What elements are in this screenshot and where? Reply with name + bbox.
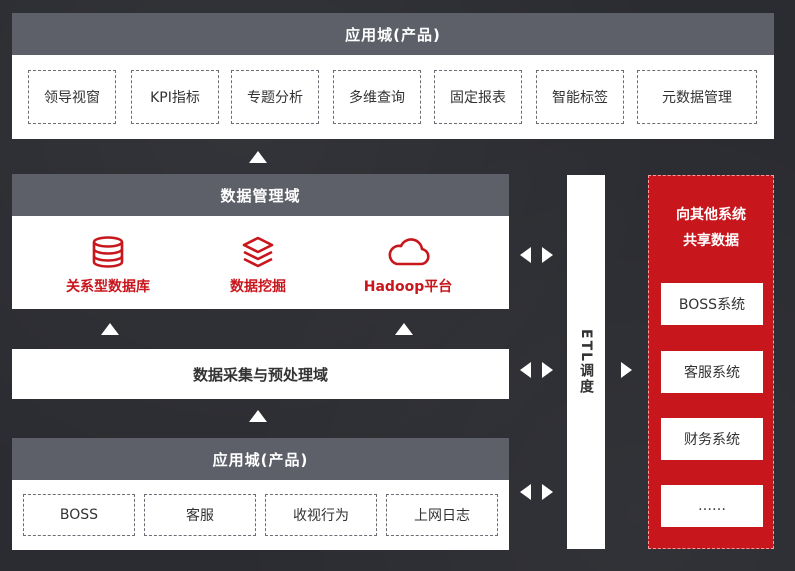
arrow-right-icon	[621, 362, 632, 378]
top-item-topic-analysis[interactable]: 专题分析	[231, 70, 319, 124]
dm-hadoop-label: Hadoop平台	[363, 279, 453, 295]
top-item-metadata-mgmt[interactable]: 元数据管理	[637, 70, 757, 124]
arrow-up-icon	[249, 151, 267, 163]
bottom-item-viewing-behavior[interactable]: 收视行为	[265, 494, 377, 536]
share-data-panel: 向其他系统 共享数据 BOSS系统 客服系统 财务系统 ……	[648, 175, 774, 549]
bottom-app-title: 应用城(产品)	[212, 450, 309, 469]
top-item-smart-tag[interactable]: 智能标签	[536, 70, 624, 124]
arrow-left-icon	[520, 247, 531, 263]
arrow-right-icon	[542, 247, 553, 263]
dm-data-mining-label: 数据挖掘	[230, 279, 286, 295]
bottom-item-customer-service[interactable]: 客服	[144, 494, 256, 536]
top-item-fixed-report[interactable]: 固定报表	[434, 70, 522, 124]
bottom-item-boss[interactable]: BOSS	[23, 494, 135, 536]
dm-data-mining[interactable]: 数据挖掘	[193, 236, 323, 296]
data-mgmt-header: 数据管理域	[12, 174, 509, 216]
share-title-line1: 向其他系统	[676, 207, 746, 223]
top-item-multidim-query[interactable]: 多维查询	[333, 70, 421, 124]
share-title-line2: 共享数据	[683, 233, 739, 249]
top-app-panel: 领导视窗 KPI指标 专题分析 多维查询 固定报表 智能标签 元数据管理	[12, 55, 774, 139]
share-item-more[interactable]: ……	[661, 485, 763, 527]
bottom-app-header: 应用城(产品)	[12, 438, 509, 480]
dm-relational-db-label: 关系型数据库	[66, 279, 150, 295]
dm-hadoop[interactable]: Hadoop平台	[343, 236, 473, 296]
arrow-up-icon	[395, 323, 413, 335]
data-mgmt-title: 数据管理域	[220, 186, 301, 205]
top-item-leader-view[interactable]: 领导视窗	[28, 70, 116, 124]
share-item-customer-service-system[interactable]: 客服系统	[661, 351, 763, 393]
arrow-right-icon	[542, 362, 553, 378]
arrow-left-icon	[520, 484, 531, 500]
bottom-item-internet-log[interactable]: 上网日志	[386, 494, 498, 536]
database-icon	[92, 236, 124, 268]
collect-panel: 数据采集与预处理域	[12, 349, 509, 399]
bottom-app-panel: BOSS 客服 收视行为 上网日志	[12, 480, 509, 550]
arrow-up-icon	[101, 323, 119, 335]
layers-icon	[242, 236, 274, 268]
share-item-finance-system[interactable]: 财务系统	[661, 418, 763, 460]
top-app-header: 应用城(产品)	[12, 13, 774, 55]
dm-relational-db[interactable]: 关系型数据库	[43, 236, 173, 296]
collect-title: 数据采集与预处理域	[192, 365, 328, 384]
arrow-right-icon	[542, 484, 553, 500]
arrow-up-icon	[249, 410, 267, 422]
etl-scheduler-panel: ETL调度	[567, 175, 605, 549]
etl-scheduler-label: ETL调度	[578, 328, 594, 396]
arrow-left-icon	[520, 362, 531, 378]
top-item-kpi[interactable]: KPI指标	[131, 70, 219, 124]
share-item-boss-system[interactable]: BOSS系统	[661, 283, 763, 325]
top-app-title: 应用城(产品)	[345, 25, 441, 44]
cloud-icon	[388, 238, 430, 266]
